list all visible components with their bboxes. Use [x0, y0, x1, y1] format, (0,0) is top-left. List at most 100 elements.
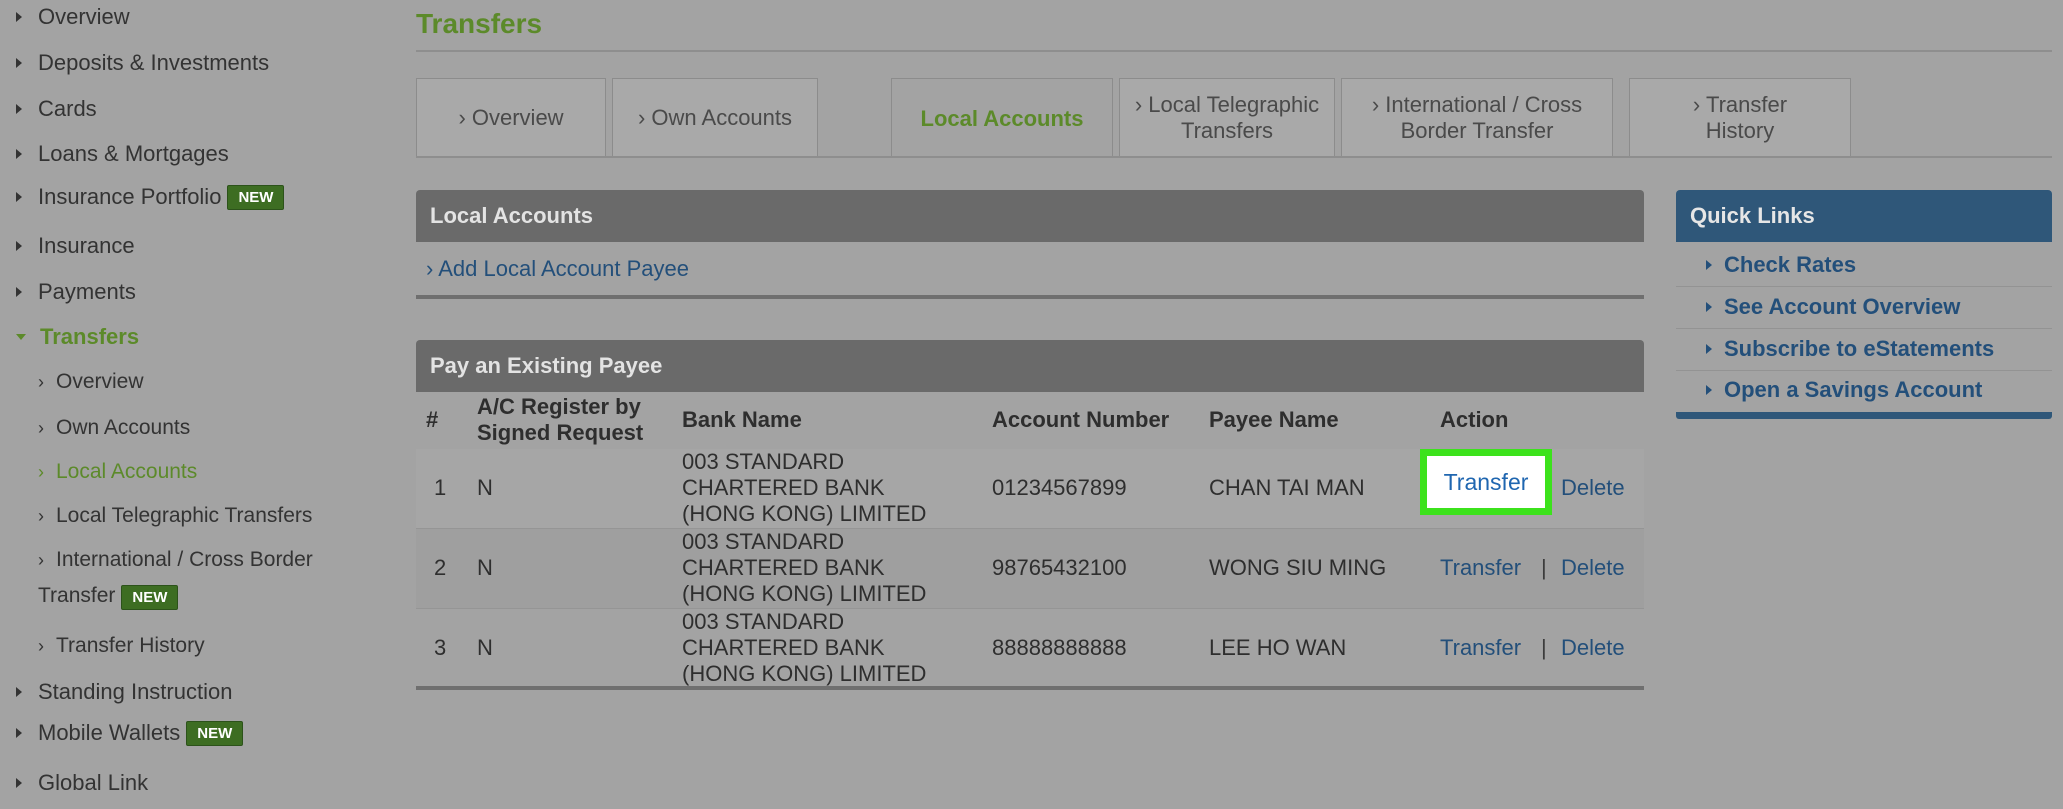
sidebar-subitem-transfer-history[interactable]: › Transfer History	[38, 634, 205, 658]
sidebar-item-label: Global Link	[38, 770, 149, 795]
transfer-link[interactable]: Transfer	[1440, 555, 1521, 581]
add-local-payee-link[interactable]: › Add Local Account Payee	[426, 256, 689, 282]
sidebar-item-label: Overview	[38, 4, 130, 29]
bank-line: (HONG KONG) LIMITED	[682, 501, 927, 526]
sidebar-subitem-international-line2[interactable]: Transfer NEW	[38, 584, 179, 610]
col-num: #	[426, 407, 439, 432]
col-payee-name: Payee Name	[1209, 407, 1339, 432]
sidebar-item-cards[interactable]: Cards	[16, 96, 97, 122]
bank-line: 003 STANDARD	[682, 609, 845, 634]
row-payee-name: WONG SIU MING	[1209, 555, 1387, 580]
delete-link[interactable]: Delete	[1561, 555, 1625, 581]
row-num: 1	[434, 475, 447, 500]
chevron-right-icon: ›	[38, 506, 44, 526]
quick-link-account-overview[interactable]: See Account Overview	[1706, 294, 1960, 320]
tab-local-accounts[interactable]: Local Accounts	[891, 78, 1113, 158]
sidebar-subitem-own-accounts[interactable]: › Own Accounts	[38, 416, 190, 440]
tab-label: › Transfer	[1692, 91, 1788, 117]
bank-line: (HONG KONG) LIMITED	[682, 581, 927, 606]
bank-line: (HONG KONG) LIMITED	[682, 661, 927, 686]
quick-link-label: Open a Savings Account	[1724, 377, 1983, 402]
transfer-link[interactable]: Transfer	[1440, 635, 1521, 661]
quick-link-estatements[interactable]: Subscribe to eStatements	[1706, 336, 1994, 362]
tab-overview[interactable]: › Overview	[416, 78, 606, 156]
sidebar-subitem-label: Overview	[56, 370, 144, 393]
caret-right-icon	[1706, 344, 1712, 354]
sidebar-item-label: Transfers	[40, 324, 140, 349]
row-num: 3	[434, 635, 447, 660]
col-ac-register: A/C Register by Signed Request	[477, 394, 643, 446]
row-account-number: 98765432100	[992, 555, 1127, 580]
local-accounts-divider	[416, 295, 1644, 299]
sidebar-item-label: Mobile Wallets	[38, 720, 181, 745]
caret-right-icon	[1706, 302, 1712, 312]
sidebar-subitem-label: Local Accounts	[56, 460, 198, 483]
bank-line: 003 STANDARD	[682, 529, 845, 554]
transfer-tabs: › Overview › Own Accounts Local Accounts…	[416, 78, 2052, 158]
col-ac-register-line1: A/C Register by	[477, 394, 641, 419]
col-bank-name: Bank Name	[682, 407, 802, 432]
sidebar-item-label: Deposits & Investments	[38, 50, 270, 75]
sidebar-item-insurance-portfolio[interactable]: Insurance Portfolio NEW	[16, 184, 285, 210]
row-bank-name: 003 STANDARD CHARTERED BANK (HONG KONG) LI…	[682, 609, 926, 687]
quick-link-label: Check Rates	[1724, 252, 1857, 277]
title-divider	[416, 50, 2052, 52]
sidebar-item-global-link[interactable]: Global Link	[16, 770, 148, 796]
quick-link-divider	[1676, 286, 2052, 287]
new-badge: NEW	[227, 184, 285, 210]
transfer-button-highlighted[interactable]: Transfer	[1420, 449, 1552, 515]
sidebar-item-payments[interactable]: Payments	[16, 279, 136, 305]
caret-right-icon	[1706, 385, 1712, 395]
sidebar-item-transfers[interactable]: Transfers	[16, 324, 139, 350]
quick-link-savings-account[interactable]: Open a Savings Account	[1706, 377, 1982, 403]
caret-right-icon	[16, 149, 22, 159]
tab-transfer-history[interactable]: › Transfer History	[1629, 78, 1851, 156]
delete-link[interactable]: Delete	[1561, 475, 1625, 501]
sidebar-item-label: Standing Instruction	[38, 679, 233, 704]
col-ac-register-line2: Signed Request	[477, 420, 644, 445]
caret-right-icon	[16, 241, 22, 251]
row-bank-name: 003 STANDARD CHARTERED BANK (HONG KONG) LI…	[682, 529, 926, 607]
tab-local-telegraphic-transfers[interactable]: › Local Telegraphic Transfers	[1119, 78, 1335, 156]
quick-link-check-rates[interactable]: Check Rates	[1706, 252, 1856, 278]
sidebar-item-insurance[interactable]: Insurance	[16, 233, 135, 259]
quick-links-header: Quick Links	[1676, 190, 2052, 242]
row-ac-register: N	[477, 555, 493, 580]
bank-line: CHARTERED BANK	[682, 475, 885, 500]
tab-own-accounts[interactable]: › Own Accounts	[612, 78, 818, 156]
transfers-page: Overview Deposits & Investments Cards Lo…	[0, 0, 2063, 809]
tab-label: › Local Telegraphic	[1134, 91, 1320, 117]
caret-right-icon	[16, 192, 22, 202]
chevron-right-icon: ›	[38, 372, 44, 392]
bank-line: CHARTERED BANK	[682, 635, 885, 660]
tab-label: › Own Accounts	[637, 104, 793, 130]
bank-line: 003 STANDARD	[682, 449, 845, 474]
quick-link-label: Subscribe to eStatements	[1724, 336, 1995, 361]
action-separator: |	[1541, 555, 1547, 580]
sidebar-item-loans[interactable]: Loans & Mortgages	[16, 141, 229, 167]
sidebar-item-standing-instruction[interactable]: Standing Instruction	[16, 679, 232, 705]
sidebar-subitem-label: Local Telegraphic Transfers	[56, 504, 313, 527]
sidebar-item-mobile-wallets[interactable]: Mobile Wallets NEW	[16, 720, 244, 746]
page-title: Transfers	[416, 8, 543, 39]
tab-baseline	[416, 156, 2052, 158]
sidebar-subitem-international[interactable]: › International / Cross Border	[38, 548, 313, 572]
caret-right-icon	[16, 778, 22, 788]
chevron-right-icon: ›	[38, 418, 44, 438]
chevron-right-icon: ›	[38, 462, 44, 482]
sidebar-item-deposits[interactable]: Deposits & Investments	[16, 50, 269, 76]
tab-international-transfer[interactable]: › International / Cross Border Transfer	[1341, 78, 1613, 156]
col-action: Action	[1440, 407, 1509, 432]
sidebar-item-overview[interactable]: Overview	[16, 4, 130, 30]
sidebar-subitem-local-telegraphic[interactable]: › Local Telegraphic Transfers	[38, 504, 312, 528]
tab-label: › International / Cross	[1371, 91, 1583, 117]
sidebar-subitem-local-accounts[interactable]: › Local Accounts	[38, 460, 197, 484]
caret-down-icon	[16, 334, 26, 340]
new-badge: NEW	[121, 585, 179, 610]
sidebar-subitem-overview[interactable]: › Overview	[38, 370, 144, 394]
delete-link[interactable]: Delete	[1561, 635, 1625, 661]
row-payee-name: CHAN TAI MAN	[1209, 475, 1365, 500]
tab-label: Transfers	[1180, 117, 1274, 143]
row-bank-name: 003 STANDARD CHARTERED BANK (HONG KONG) LI…	[682, 449, 926, 527]
sidebar-subitem-label: Own Accounts	[56, 416, 191, 439]
